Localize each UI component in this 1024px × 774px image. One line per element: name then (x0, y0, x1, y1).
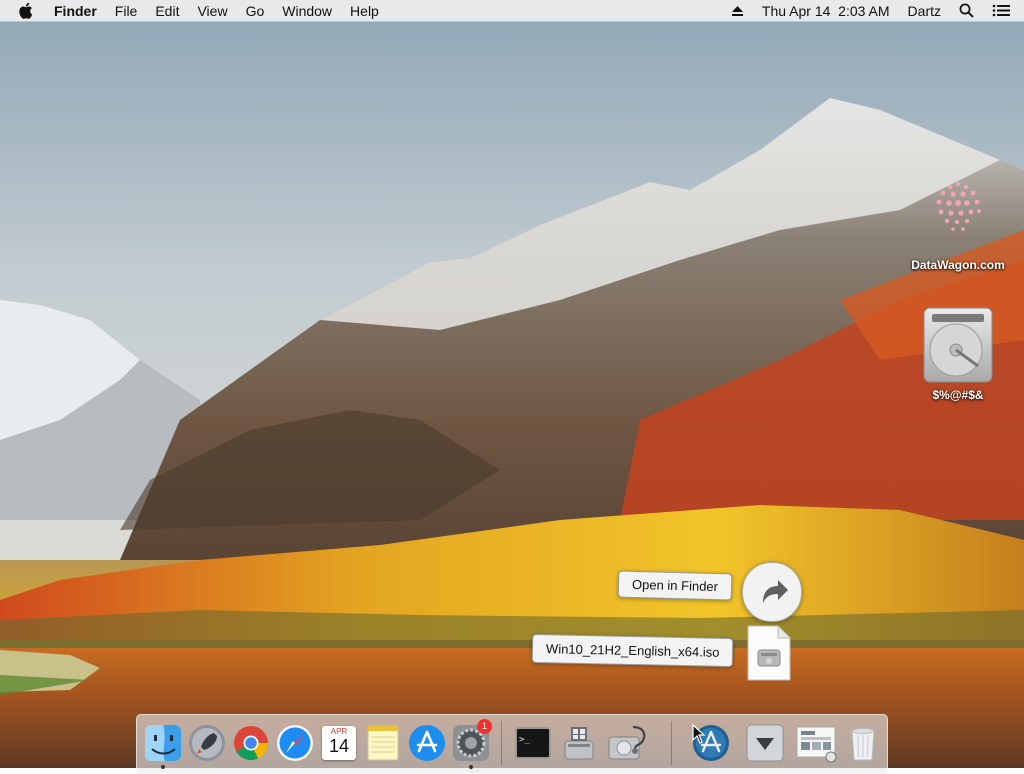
notes-icon (367, 725, 399, 761)
spotlight-search-icon[interactable] (950, 0, 983, 22)
disk-utility-icon (608, 725, 646, 760)
desktop-item-datawagon[interactable]: DataWagon.com (898, 176, 1018, 272)
hard-drive-icon (920, 306, 996, 386)
terminal-prompt: >_ (519, 735, 530, 745)
desktop-item-label: $%@#$& (932, 388, 984, 402)
menu-user[interactable]: Dartz (899, 0, 950, 22)
dock-trash[interactable] (843, 723, 883, 763)
documents-stack-icon (796, 726, 837, 763)
open-in-finder-tooltip[interactable]: Open in Finder (617, 570, 733, 601)
menu-bar: Finder File Edit View Go Window Help Thu… (0, 0, 1024, 22)
menu-clock[interactable]: Thu Apr 14 2:03 AM (753, 0, 899, 22)
apple-icon[interactable] (0, 0, 45, 22)
dock-separator (671, 721, 672, 765)
menu-file[interactable]: File (106, 0, 147, 22)
menu-help[interactable]: Help (341, 0, 388, 22)
chrome-icon (234, 726, 268, 760)
dock-separator (501, 721, 502, 765)
dock-safari[interactable] (275, 723, 315, 763)
launchpad-icon (189, 725, 225, 761)
menu-window[interactable]: Window (273, 0, 341, 22)
dock-documents[interactable] (795, 723, 837, 763)
menu-view[interactable]: View (188, 0, 236, 22)
safari-icon (277, 725, 313, 761)
trash-icon (851, 728, 875, 761)
dock-boot-camp[interactable] (559, 723, 599, 763)
calendar-day: 14 (328, 736, 350, 756)
desktop-item-label: DataWagon.com (911, 258, 1005, 272)
dock-notes[interactable] (363, 723, 403, 763)
dock-disk-utility[interactable] (605, 723, 646, 763)
boot-camp-icon (564, 727, 594, 760)
dock-finder[interactable] (143, 723, 183, 769)
dock-terminal[interactable]: >_ (513, 723, 553, 763)
eject-icon[interactable] (722, 0, 753, 22)
dock-chrome[interactable] (231, 723, 271, 763)
dock-calendar[interactable]: APR 14 (319, 723, 359, 763)
downloads-folder-icon (746, 724, 784, 762)
dragged-file-name: Win10_21H2_English_x64.iso (531, 633, 734, 668)
desktop-item-hard-drive[interactable]: $%@#$& (908, 306, 1008, 402)
running-indicator (161, 765, 165, 769)
notification-badge: 1 (477, 719, 492, 734)
terminal-icon: >_ (515, 727, 551, 759)
desktop-wallpaper (0, 0, 1024, 768)
mouse-cursor-icon (692, 723, 706, 749)
dock-system-preferences[interactable]: 1 (451, 719, 492, 769)
menu-app-name[interactable]: Finder (45, 0, 106, 22)
menu-edit[interactable]: Edit (146, 0, 188, 22)
running-indicator (469, 765, 473, 769)
menu-go[interactable]: Go (237, 0, 274, 22)
finder-icon (145, 725, 181, 761)
calendar-month: APR (330, 727, 348, 736)
dock-launchpad[interactable] (187, 723, 227, 763)
dock: APR 14 1 >_ (136, 714, 888, 774)
mountain-landscape (0, 0, 1024, 768)
datawagon-logo-icon (923, 176, 993, 236)
dock-downloads[interactable] (745, 723, 785, 763)
app-store-icon (409, 725, 445, 761)
calendar-icon: APR 14 (322, 726, 356, 760)
dock-app-store[interactable] (407, 723, 447, 763)
notification-center-icon[interactable] (983, 0, 1024, 22)
redirect-arrow-icon[interactable] (742, 562, 802, 622)
disk-image-file-icon[interactable] (746, 624, 792, 682)
